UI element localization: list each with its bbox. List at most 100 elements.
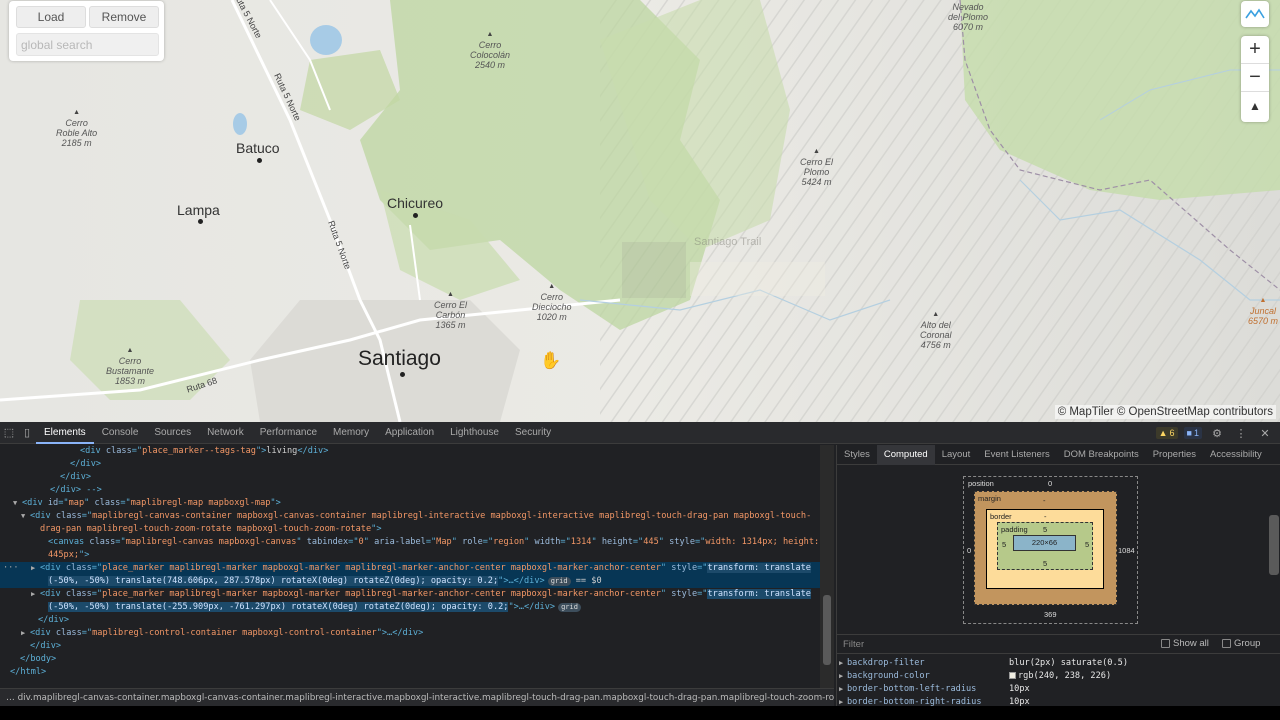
dom-node-line[interactable]: ▶ <div class="maplibregl-control-containe…	[0, 627, 820, 640]
breadcrumb-ellipsis[interactable]: …	[6, 693, 18, 703]
dom-node-line[interactable]: ▼ <div class="maplibregl-canvas-container…	[0, 510, 820, 523]
checkbox-box[interactable]	[1222, 639, 1231, 648]
load-button[interactable]: Load	[16, 6, 86, 28]
tab-properties[interactable]: Properties	[1146, 445, 1203, 465]
group-checkbox[interactable]: Group	[1222, 638, 1260, 649]
dom-token: ="	[120, 498, 131, 508]
dom-token: ="	[425, 537, 437, 547]
peak-triangle-icon: ▲	[486, 31, 494, 38]
dom-token: </html>	[10, 667, 47, 677]
computed-property-row[interactable]: ▶ border-bottom-left-radius 10px	[837, 683, 1280, 696]
dom-node-line[interactable]: </div>	[0, 471, 820, 484]
computed-filter[interactable]: Filter Show all Group	[837, 634, 1280, 654]
dom-node-line[interactable]: drag-pan maplibregl-touch-zoom-rotate ma…	[0, 523, 820, 536]
tab-performance[interactable]: Performance	[252, 422, 325, 444]
device-toolbar-icon[interactable]: ▯	[18, 422, 36, 444]
checkbox-box[interactable]	[1161, 639, 1170, 648]
sidebar-scrollbar[interactable]	[1269, 515, 1279, 575]
dom-node-line[interactable]: ··· ▶ <div class="place_marker maplibregl-…	[0, 562, 820, 575]
dom-node-line[interactable]: <div class="place_marker--tags-tag">livi…	[0, 445, 820, 458]
map-canvas[interactable]: Santiago Batuco Lampa Chicureo ▲ Cerro Col…	[0, 0, 1280, 422]
dom-node-line[interactable]: ▼ <div id="map" class="maplibregl-map map…	[0, 497, 820, 510]
breadcrumb[interactable]: … div.maplibregl-canvas-container.mapbox…	[0, 688, 834, 706]
tab-dom-breakpoints[interactable]: DOM Breakpoints	[1057, 445, 1146, 465]
expand-arrow-icon[interactable]: ▶	[839, 657, 843, 670]
tab-network[interactable]: Network	[199, 422, 252, 444]
color-swatch[interactable]	[1009, 672, 1016, 679]
dom-tree[interactable]: <div class="place_marker--tags-tag">livi…	[0, 445, 820, 695]
gear-icon[interactable]: ⚙	[1208, 422, 1226, 444]
messages-badge[interactable]: ■ 1	[1183, 427, 1202, 439]
remove-button[interactable]: Remove	[89, 6, 159, 28]
tab-memory[interactable]: Memory	[325, 422, 377, 444]
expand-arrow-icon[interactable]: ▼	[21, 510, 25, 523]
grid-badge[interactable]: grid	[547, 577, 571, 586]
tab-security[interactable]: Security	[507, 422, 559, 444]
dom-token: ="	[91, 563, 103, 573]
dom-node-line[interactable]: (-50%, -50%) translate(748.606px, 287.57…	[0, 575, 820, 588]
dom-node-line[interactable]: 445px;">	[0, 549, 820, 562]
place-marker-ghost[interactable]	[622, 242, 686, 298]
tab-layout[interactable]: Layout	[935, 445, 978, 465]
tab-styles[interactable]: Styles	[837, 445, 877, 465]
tab-application[interactable]: Application	[377, 422, 442, 444]
dom-token: ="	[348, 537, 359, 547]
tab-computed[interactable]: Computed	[876, 444, 935, 465]
dom-token: region	[493, 537, 525, 547]
dom-scrollbar[interactable]	[820, 445, 834, 695]
map-attribution[interactable]: © MapTiler © OpenStreetMap contributors	[1054, 405, 1276, 419]
expand-arrow-icon[interactable]: ▶	[839, 670, 843, 683]
computed-properties-list: ▶ backdrop-filter blur(2px) saturate(0.5) …	[837, 657, 1280, 709]
dom-node-line[interactable]: (-50%, -50%) translate(-255.909px, -761.…	[0, 601, 820, 614]
dom-token: "	[84, 498, 95, 508]
terrain-toggle-button[interactable]	[1241, 1, 1269, 27]
dom-token: ">	[270, 498, 281, 508]
dom-node-line[interactable]: </body>	[0, 653, 820, 666]
tab-sources[interactable]: Sources	[146, 422, 199, 444]
dom-token: 445	[643, 537, 659, 547]
place-dot	[400, 372, 405, 377]
zoom-out-button[interactable]: −	[1241, 64, 1269, 92]
filter-input[interactable]: Filter	[843, 639, 864, 650]
dom-node-line[interactable]: <canvas class="maplibregl-canvas mapboxg…	[0, 536, 820, 549]
dom-node-line[interactable]: </div>	[0, 640, 820, 653]
close-icon[interactable]: ✕	[1256, 422, 1274, 444]
dom-token: <div	[40, 563, 66, 573]
dom-node-line[interactable]: </div> -->	[0, 484, 820, 497]
tab-lighthouse[interactable]: Lighthouse	[442, 422, 507, 444]
border-top-value: -	[1044, 512, 1047, 521]
computed-property-row[interactable]: ▶ backdrop-filter blur(2px) saturate(0.5)	[837, 657, 1280, 670]
expand-arrow-icon[interactable]: ▼	[13, 497, 17, 510]
expand-arrow-icon[interactable]: ▶	[21, 627, 25, 640]
hand-cursor-icon: ✋	[540, 351, 562, 370]
node-actions-icon[interactable]: ···	[3, 562, 19, 575]
expand-arrow-icon[interactable]: ▶	[839, 683, 843, 696]
dom-node-line[interactable]: </html>	[0, 666, 820, 679]
dom-token: ="	[482, 537, 494, 547]
expand-arrow-icon[interactable]: ▶	[31, 588, 35, 601]
padding-left-value: 5	[1002, 540, 1007, 549]
inspect-element-icon[interactable]: ⬚	[0, 422, 18, 444]
show-all-checkbox[interactable]: Show all	[1161, 638, 1209, 649]
scrollbar-thumb[interactable]	[823, 595, 831, 665]
warnings-badge[interactable]: ▲ 6	[1155, 427, 1178, 439]
box-model-diagram: position 0 0 1084 369 margin - border - …	[963, 476, 1138, 624]
tab-accessibility[interactable]: Accessibility	[1203, 445, 1269, 465]
tab-elements[interactable]: Elements	[36, 422, 94, 444]
zoom-in-button[interactable]: +	[1241, 36, 1269, 64]
dom-node-line[interactable]: </div>	[0, 614, 820, 627]
compass-icon[interactable]: ▲	[1241, 92, 1269, 120]
tab-event-listeners[interactable]: Event Listeners	[977, 445, 1056, 465]
computed-property-row[interactable]: ▶ background-color rgb(240, 238, 226)	[837, 670, 1280, 683]
dom-node-line[interactable]: </div>	[0, 458, 820, 471]
expand-arrow-icon[interactable]: ▶	[31, 562, 35, 575]
tab-console[interactable]: Console	[94, 422, 147, 444]
padding-right-value: 5	[1085, 540, 1090, 549]
peak-label: ▲ Cerro Roble Alto 2185 m	[56, 109, 98, 148]
dom-token: 445px;	[48, 550, 80, 560]
more-options-icon[interactable]: ⋮	[1232, 422, 1250, 444]
grid-badge[interactable]: grid	[558, 603, 581, 612]
dom-node-line[interactable]: ▶ <div class="place_marker maplibregl-mar…	[0, 588, 820, 601]
dom-token: living	[266, 446, 298, 456]
global-search-input[interactable]	[16, 33, 159, 56]
